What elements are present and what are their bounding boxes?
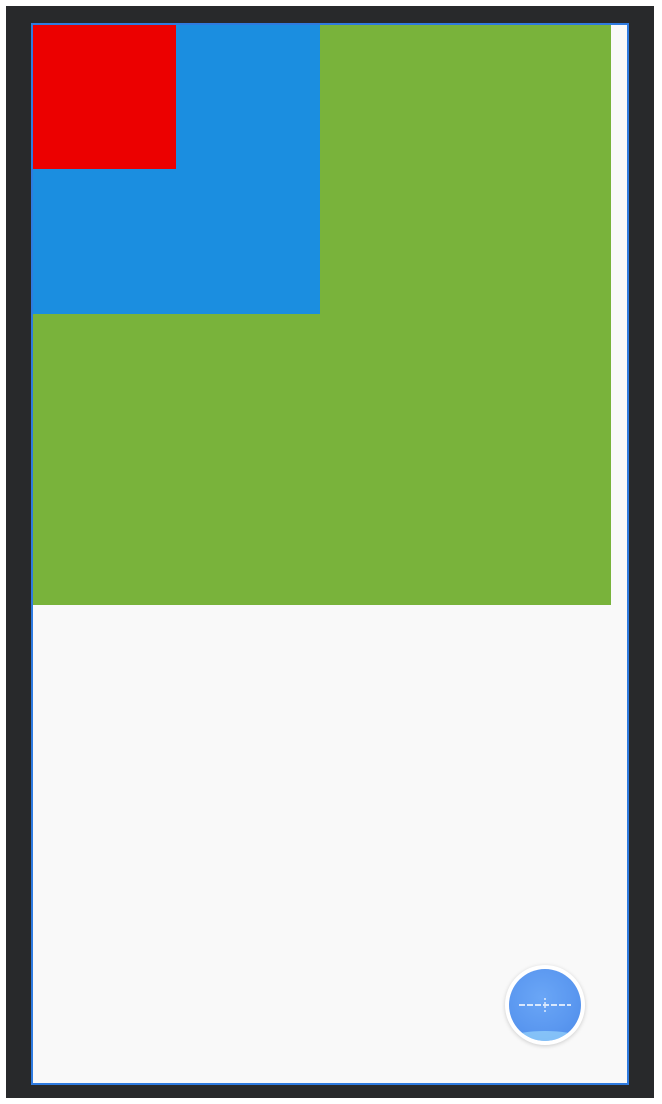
fab-container <box>505 965 585 1045</box>
dashed-divider-icon <box>519 998 571 1012</box>
red-box <box>33 25 176 169</box>
app-screen <box>31 23 629 1085</box>
device-frame <box>6 6 654 1098</box>
floating-action-button[interactable] <box>509 969 581 1041</box>
fab-glow <box>515 1031 575 1041</box>
